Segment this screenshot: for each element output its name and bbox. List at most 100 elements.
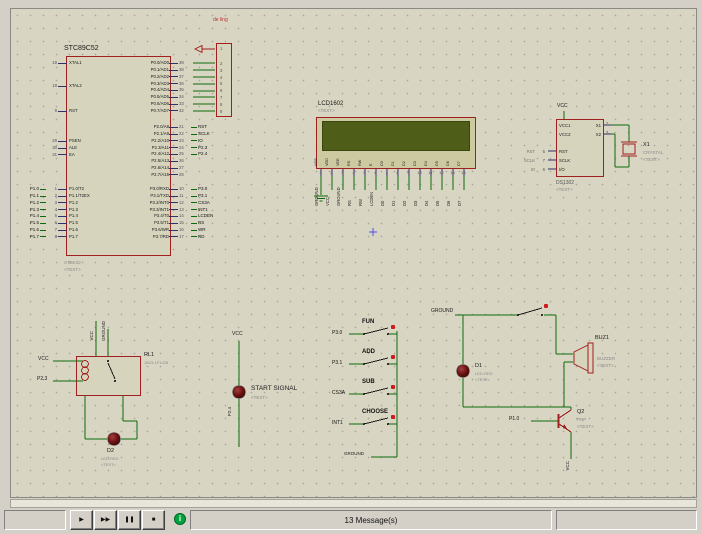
mcu-pin-row: P2.7/A1528 [132, 172, 252, 179]
key-label: FUN [362, 319, 374, 325]
rtc-pin-name: SCLK [559, 156, 570, 165]
led-d1-text: <TEXT> [475, 378, 490, 382]
sim-button-icon: ❚❚ [124, 517, 134, 523]
d1-ground-net: GROUND [431, 309, 453, 314]
rtc-pin-name: RST [559, 147, 570, 156]
step-button[interactable]: ▶▶ [94, 510, 117, 530]
rtc-net-label: SCLK [513, 156, 535, 165]
schematic-canvas[interactable]: 123456789 [10, 8, 697, 498]
mcu-pin-row: P0.1/AD138 [132, 67, 252, 74]
mcu-pin-row: P3.3/INT113INT1 [132, 206, 252, 213]
choose-key[interactable]: CHOOSE INT1 [329, 408, 407, 438]
lcd-pin-number: 14 [458, 171, 469, 175]
rtc-net-label: IO [513, 165, 535, 174]
play-button[interactable]: ▶ [70, 510, 93, 530]
start-net-p24: P2.4 [228, 407, 233, 416]
key-net-label: P3.0 [332, 331, 342, 336]
crystal-refdes: X1 [643, 143, 650, 149]
fun-key[interactable]: FUN P3.0 [329, 318, 407, 348]
mcu-pin-row: P0.0/AD039 [132, 60, 252, 67]
relay-net-p23: P2.3 [37, 377, 47, 382]
status-message: 13 Message(s) [345, 516, 398, 525]
lcd-pin-number: 4 [348, 171, 359, 175]
mcu-pin-row: P3.6/WR16WR [132, 227, 252, 234]
mcu-pin-row: P2.5/A1326 [132, 158, 252, 165]
lcd-pin-number: 7 [381, 171, 392, 175]
lcd-pin-number: 3 [337, 171, 348, 175]
stop-button[interactable]: ■ [142, 510, 165, 530]
pause-button[interactable]: ❚❚ [118, 510, 141, 530]
mcu-pin-row: P2.2/A1023IO [132, 138, 252, 145]
mcu-pin-row: P0.4/AD435 [132, 87, 252, 94]
lcd-pin-number: 8 [392, 171, 403, 175]
key-net-label: INT1 [332, 421, 343, 426]
mcu-pin-row: P3.7/RD17RD [132, 234, 252, 241]
top-strip [0, 0, 702, 8]
rtc-pin-name: X1 [584, 121, 601, 130]
mcu-pin-row: P2.3/A1124P2.3 [132, 144, 252, 151]
rtc-pin-name: X2 [584, 130, 601, 139]
mcu-pin-row: P2.1/A922SCLK [132, 131, 252, 138]
info-icon: i [179, 515, 181, 523]
sim-button-icon: ▶ [79, 517, 84, 523]
relay-refdes: RL1 [144, 353, 154, 359]
lcd-text: <TEXT> [318, 109, 335, 114]
relay-net-vcc: VCC [38, 357, 49, 362]
mcu-pin-row: P2.6/A1427 [132, 165, 252, 172]
rtc-pin-number: 3 [606, 128, 608, 137]
mcu-pin-row: P2.4/A1225P2.4 [132, 151, 252, 158]
mcu-pin-row: P0.6/AD633 [132, 101, 252, 108]
mcu-pin-row: P0.2/AD237 [132, 74, 252, 81]
led-d2-value: LED-RED [101, 457, 119, 461]
mcu-pin-row: P2.0/A821RST [132, 124, 252, 131]
keys-ground-label: GROUND [344, 452, 364, 457]
add-key[interactable]: ADD P3.1 [329, 348, 407, 378]
proteus-window: 123456789 [0, 0, 702, 534]
lcd-pin-number: 9 [403, 171, 414, 175]
horizontal-scrollbar[interactable] [10, 499, 697, 508]
lcd-pin-number: 10 [414, 171, 425, 175]
lcd-pin-number: 1 [315, 171, 326, 175]
lcd-pin-number: 6 [370, 171, 381, 175]
lcd-pin-number: 12 [436, 171, 447, 175]
lcd-net-label: D7 [458, 179, 469, 206]
message-log-icon[interactable]: i [174, 513, 186, 525]
buzzer-value: BUZZER [597, 357, 615, 362]
lcd-pin-number: 13 [447, 171, 458, 175]
rtc-vcc-net: VCC [557, 104, 568, 109]
rtc-pin-name: VCC2 [559, 130, 570, 139]
lcd-pin-number: 5 [359, 171, 370, 175]
lcd-pin-number: 11 [425, 171, 436, 175]
lcd-pin-number: 2 [326, 171, 337, 175]
mcu-pin-row: P3.5/T115RS [132, 220, 252, 227]
key-label: SUB [362, 379, 375, 385]
status-panel: 13 Message(s) [190, 510, 552, 530]
key-net-label: CS3A [332, 391, 345, 396]
connector-title: de ling [213, 18, 228, 23]
rtc-pin-number: 6 [537, 165, 545, 174]
sub-key[interactable]: SUB CS3A [329, 378, 407, 408]
led-d2-refdes: D2 [107, 449, 114, 455]
led-d1-refdes: D1 [475, 364, 482, 370]
key-label: CHOOSE [362, 409, 388, 415]
sim-button-icon: ■ [152, 517, 156, 523]
toolbar-right-panel [556, 510, 697, 530]
mcu-pin-row: P0.7/AD732 [132, 108, 252, 115]
buzzer-text: <TEXT> [597, 364, 614, 369]
sim-button-icon: ▶▶ [101, 517, 110, 523]
rtc-pin-name: VCC1 [559, 121, 570, 130]
key-net-label: P3.1 [332, 361, 342, 366]
led-d1-value: LED-RED [475, 372, 493, 376]
mcu-value: XTBK32 [64, 261, 81, 266]
mcu-pin-row: P0.3/AD336 [132, 80, 252, 87]
lcd-refdes: LCD1602 [318, 101, 343, 107]
mcu-pin-row: P3.2/INT012CS3A [132, 200, 252, 207]
buzzer-refdes: BUZ1 [595, 336, 609, 342]
rtc-text: <TEXT> [556, 188, 573, 193]
rtc-pin-name: I/O [559, 165, 570, 174]
crystal-text: <TEXT> [643, 158, 660, 163]
start-net-vcc: VCC [232, 332, 243, 337]
mcu-pin-row: P3.4/T014LCDEN [132, 213, 252, 220]
rtc-pin-number: 7 [537, 156, 545, 165]
q2-net-vcc: VCC [566, 461, 571, 471]
